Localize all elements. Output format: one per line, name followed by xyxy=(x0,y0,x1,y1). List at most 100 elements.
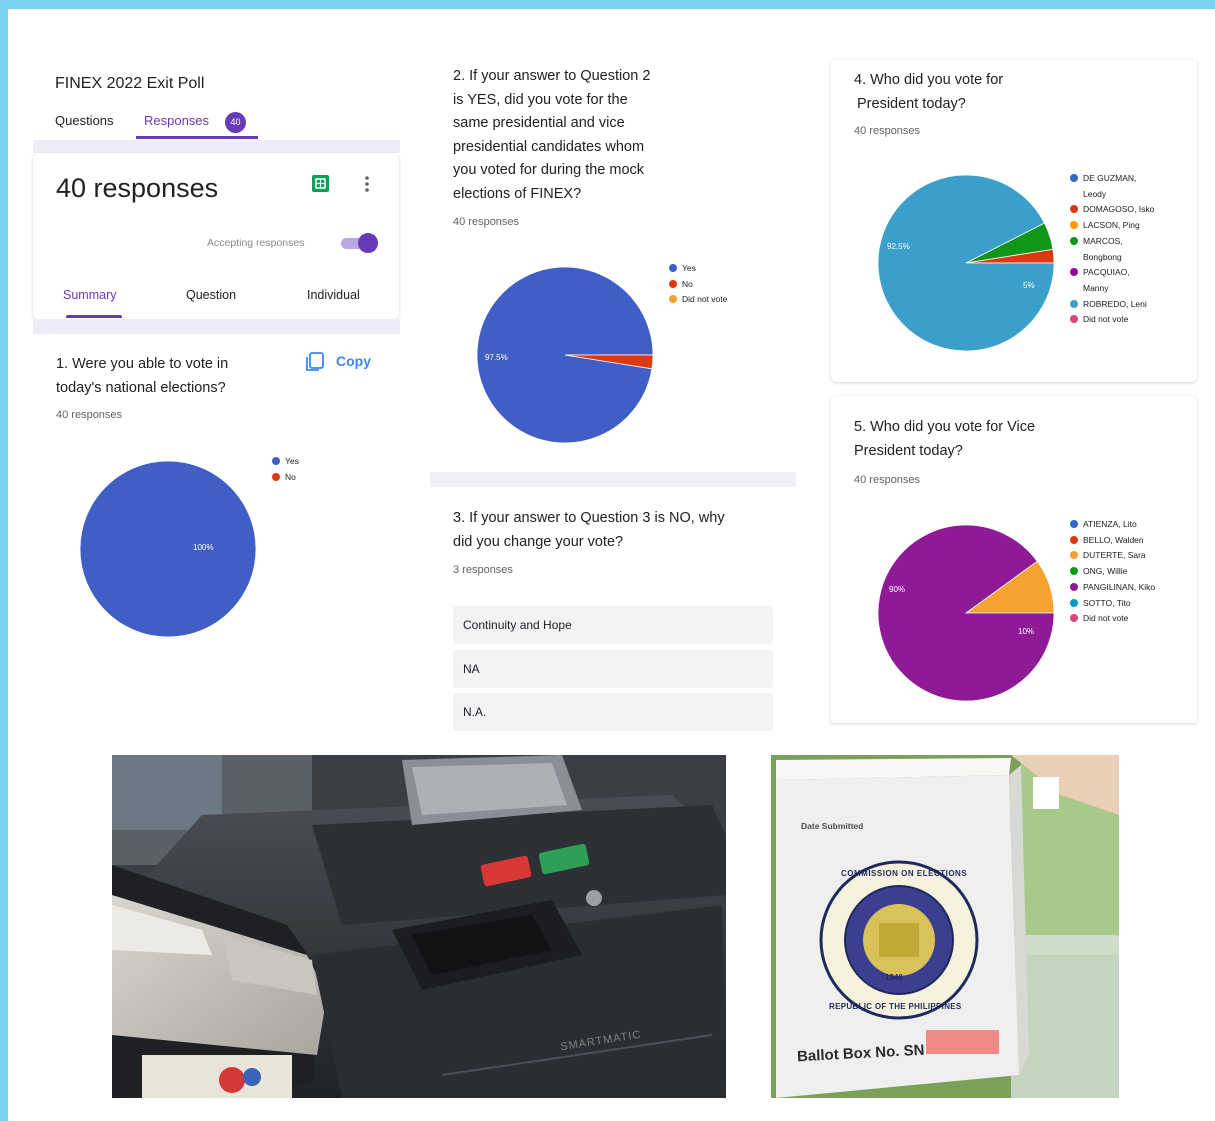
q1-legend-label: No xyxy=(285,471,296,482)
q3-question-line1: 3. If your answer to Question 3 is NO, w… xyxy=(453,510,725,526)
q4-legend-label-group: DE GUZMAN, Leody xyxy=(1083,171,1136,202)
q2-card: 2. If your answer to Question 2 is YES, … xyxy=(430,62,796,472)
q4-legend-label-group: MARCOS, Bongbong xyxy=(1083,234,1123,265)
legend-dot-icon xyxy=(669,264,677,272)
legend-dot-icon xyxy=(1070,299,1078,308)
vote-counting-machine-photo: SMARTMATIC xyxy=(112,755,726,1098)
card-gap-band xyxy=(33,319,400,334)
legend-dot-icon xyxy=(1070,315,1078,324)
ballot-box-date-label: Date Submitted xyxy=(801,821,864,831)
q1-response-count: 40 responses xyxy=(56,409,123,421)
q5-legend-item: BELLO, Walden xyxy=(1070,533,1155,549)
q5-slice-pangilinan xyxy=(877,524,1055,702)
q5-legend-label: SOTTO, Tito xyxy=(1083,597,1131,608)
q5-legend-label-group: Did not vote xyxy=(1083,611,1128,627)
q4-legend-label: MARCOS, xyxy=(1083,235,1123,246)
q2-legend-label: Did not vote xyxy=(682,294,728,305)
q5-legend-label-group: PANGILINAN, Kiko xyxy=(1083,580,1155,596)
legend-dot-icon xyxy=(1070,535,1078,544)
q5-response-count: 40 responses xyxy=(854,474,921,486)
q1-slice-label-yes: 100% xyxy=(193,543,213,552)
q4-legend-label-group: LACSON, Ping xyxy=(1083,218,1140,234)
q5-legend-item: ATIENZA, Lito xyxy=(1070,517,1155,533)
q5-legend-label: BELLO, Walden xyxy=(1083,534,1144,545)
q1-legend-item-no: No xyxy=(272,470,299,486)
q5-question-line2: President today? xyxy=(854,443,963,459)
q5-legend-item: ONG, Willie xyxy=(1070,564,1155,580)
q4-legend-label: Manny xyxy=(1083,282,1109,293)
legend-dot-icon xyxy=(272,472,280,481)
q4-legend-label-group: Did not vote xyxy=(1083,312,1128,328)
copy-icon xyxy=(305,352,325,372)
accepting-responses-toggle[interactable] xyxy=(338,232,378,254)
legend-dot-icon xyxy=(272,457,280,465)
q1-question-line1: 1. Were you able to vote in xyxy=(56,356,229,372)
q2-legend: Yes No Did not vote xyxy=(669,261,727,308)
q2-legend-item-yes: Yes xyxy=(669,261,727,277)
q2-question-line3: same presidential and vice xyxy=(453,115,625,131)
q4-legend-item: Did not vote xyxy=(1070,312,1154,328)
subtab-individual[interactable]: Individual xyxy=(307,288,360,302)
q4-legend-label-group: PACQUIAO, Manny xyxy=(1083,265,1130,296)
seal-top-text: COMMISSION ON ELECTIONS xyxy=(841,869,968,878)
ballot-box-photo: Date Submitted Ballot Box No. SN COMMISS… xyxy=(771,755,1119,1098)
q4-legend-item: PACQUIAO, Manny xyxy=(1070,265,1154,296)
legend-dot-icon xyxy=(1070,551,1078,560)
summary-card: 40 responses Accepting responses Summary… xyxy=(33,153,399,319)
q5-legend-label: PANGILINAN, Kiko xyxy=(1083,581,1156,592)
legend-dot-icon xyxy=(1070,236,1078,245)
q4-legend-item: LACSON, Ping xyxy=(1070,218,1154,234)
subtab-question[interactable]: Question xyxy=(186,288,236,302)
q5-legend: ATIENZA, Lito BELLO, Walden DUTERTE, Sara O… xyxy=(1070,517,1155,627)
q4-legend-label-group: ROBREDO, Leni xyxy=(1083,297,1147,313)
q5-pie-chart: 90% 10% xyxy=(877,524,1055,702)
seal-year: 1940 xyxy=(885,973,903,982)
q5-legend-item: SOTTO, Tito xyxy=(1070,596,1155,612)
legend-dot-icon xyxy=(1070,567,1078,576)
legend-dot-icon xyxy=(1070,520,1078,528)
q5-question-line1: 5. Who did you vote for Vice xyxy=(854,419,1036,435)
q5-legend-label-group: SOTTO, Tito xyxy=(1083,596,1131,612)
q2-legend-item-did-not-vote: Did not vote xyxy=(669,292,727,308)
q1-pie-chart: 100% xyxy=(79,460,257,638)
legend-dot-icon xyxy=(1070,205,1078,214)
q4-legend-item: DE GUZMAN, Leody xyxy=(1070,171,1154,202)
q5-legend-label: DUTERTE, Sara xyxy=(1083,550,1146,561)
legend-dot-icon xyxy=(1070,221,1078,230)
legend-dot-icon xyxy=(1070,174,1078,182)
q4-response-count: 40 responses xyxy=(854,125,921,137)
q2-legend-label: No xyxy=(682,278,693,289)
q5-slice-label-duterte: 10% xyxy=(1018,627,1034,636)
q4-legend-label-group: DOMAGOSO, Isko xyxy=(1083,202,1154,218)
q3-answer-3: N.A. xyxy=(453,693,773,731)
tab-divider-band xyxy=(33,140,400,153)
vote-counting-machine-illustration xyxy=(112,755,726,1098)
subtab-summary-indicator xyxy=(66,315,122,318)
q4-slice-robredo xyxy=(877,174,1055,352)
q4-legend-item: MARCOS, Bongbong xyxy=(1070,234,1154,265)
q4-question-line1: 4. Who did you vote for xyxy=(854,72,1004,88)
subtab-summary[interactable]: Summary xyxy=(63,288,116,302)
q5-card: 5. Who did you vote for Vice President t… xyxy=(831,396,1197,723)
copy-label: Copy xyxy=(336,353,371,369)
q5-slice-label-pangilinan: 90% xyxy=(889,585,905,594)
more-options-icon[interactable] xyxy=(363,174,371,194)
q1-question-line2: today's national elections? xyxy=(56,380,226,396)
q2-q3-gap-band xyxy=(430,472,796,487)
q4-legend-label: Did not vote xyxy=(1083,314,1129,325)
tab-questions[interactable]: Questions xyxy=(55,113,114,128)
q5-legend-label-group: BELLO, Walden xyxy=(1083,533,1144,549)
tab-responses[interactable]: Responses 40 xyxy=(136,111,258,139)
q2-question-line4: presidential candidates whom xyxy=(453,139,645,155)
q2-legend-item-no: No xyxy=(669,277,727,293)
q4-legend-label: Bongbong xyxy=(1083,251,1122,262)
legend-dot-icon xyxy=(1070,598,1078,607)
q4-slice-label-marcos: 5% xyxy=(1023,281,1035,290)
q5-legend-label-group: ATIENZA, Lito xyxy=(1083,517,1137,533)
sheets-icon[interactable] xyxy=(312,175,329,192)
q1-legend-label: Yes xyxy=(285,456,299,466)
q1-legend: Yes No xyxy=(272,454,299,485)
q2-slice-label-yes: 97.5% xyxy=(485,353,508,362)
q5-legend-label-group: ONG, Willie xyxy=(1083,564,1127,580)
q2-question-line2: is YES, did you vote for the xyxy=(453,92,628,108)
